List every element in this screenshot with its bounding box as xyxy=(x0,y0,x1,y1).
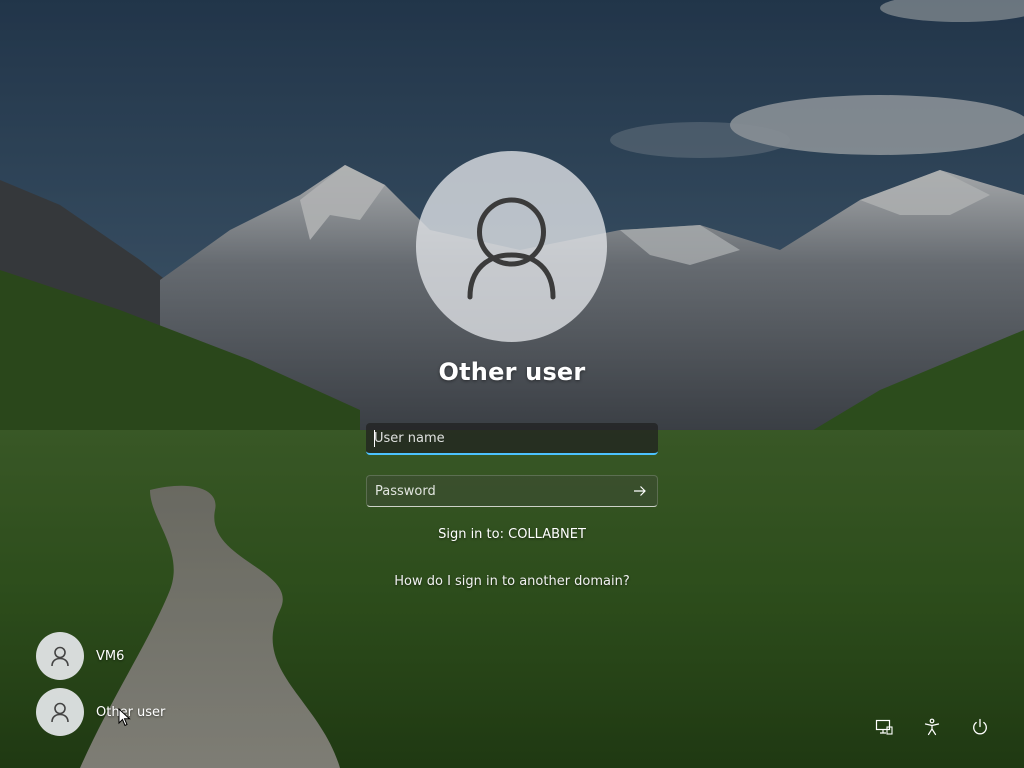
password-field-container xyxy=(366,475,658,507)
submit-button[interactable] xyxy=(628,479,652,503)
text-caret xyxy=(374,430,375,447)
user-avatar xyxy=(416,151,607,342)
user-icon xyxy=(51,702,69,723)
username-field-container xyxy=(366,423,658,455)
accessibility-button[interactable] xyxy=(920,715,944,739)
username-input[interactable] xyxy=(366,423,658,453)
network-icon xyxy=(875,719,893,735)
user-avatar-small xyxy=(36,632,84,680)
power-button[interactable] xyxy=(968,715,992,739)
user-tile-other-user[interactable]: Other user xyxy=(36,688,165,736)
power-icon xyxy=(973,718,987,735)
user-icon xyxy=(467,197,556,300)
user-tile-vm6[interactable]: VM6 xyxy=(36,632,124,680)
accessibility-icon xyxy=(924,718,940,736)
sign-in-domain-text: Sign in to: COLLABNET xyxy=(438,527,586,542)
page-title: Other user xyxy=(438,358,586,386)
arrow-right-icon xyxy=(634,486,646,496)
domain-help-link[interactable]: How do I sign in to another domain? xyxy=(0,574,1024,589)
mouse-cursor-icon xyxy=(118,708,131,727)
network-button[interactable] xyxy=(872,715,896,739)
password-input[interactable] xyxy=(367,476,657,506)
user-icon xyxy=(51,646,69,667)
user-tile-label: VM6 xyxy=(96,648,125,664)
user-avatar-small xyxy=(36,688,84,736)
